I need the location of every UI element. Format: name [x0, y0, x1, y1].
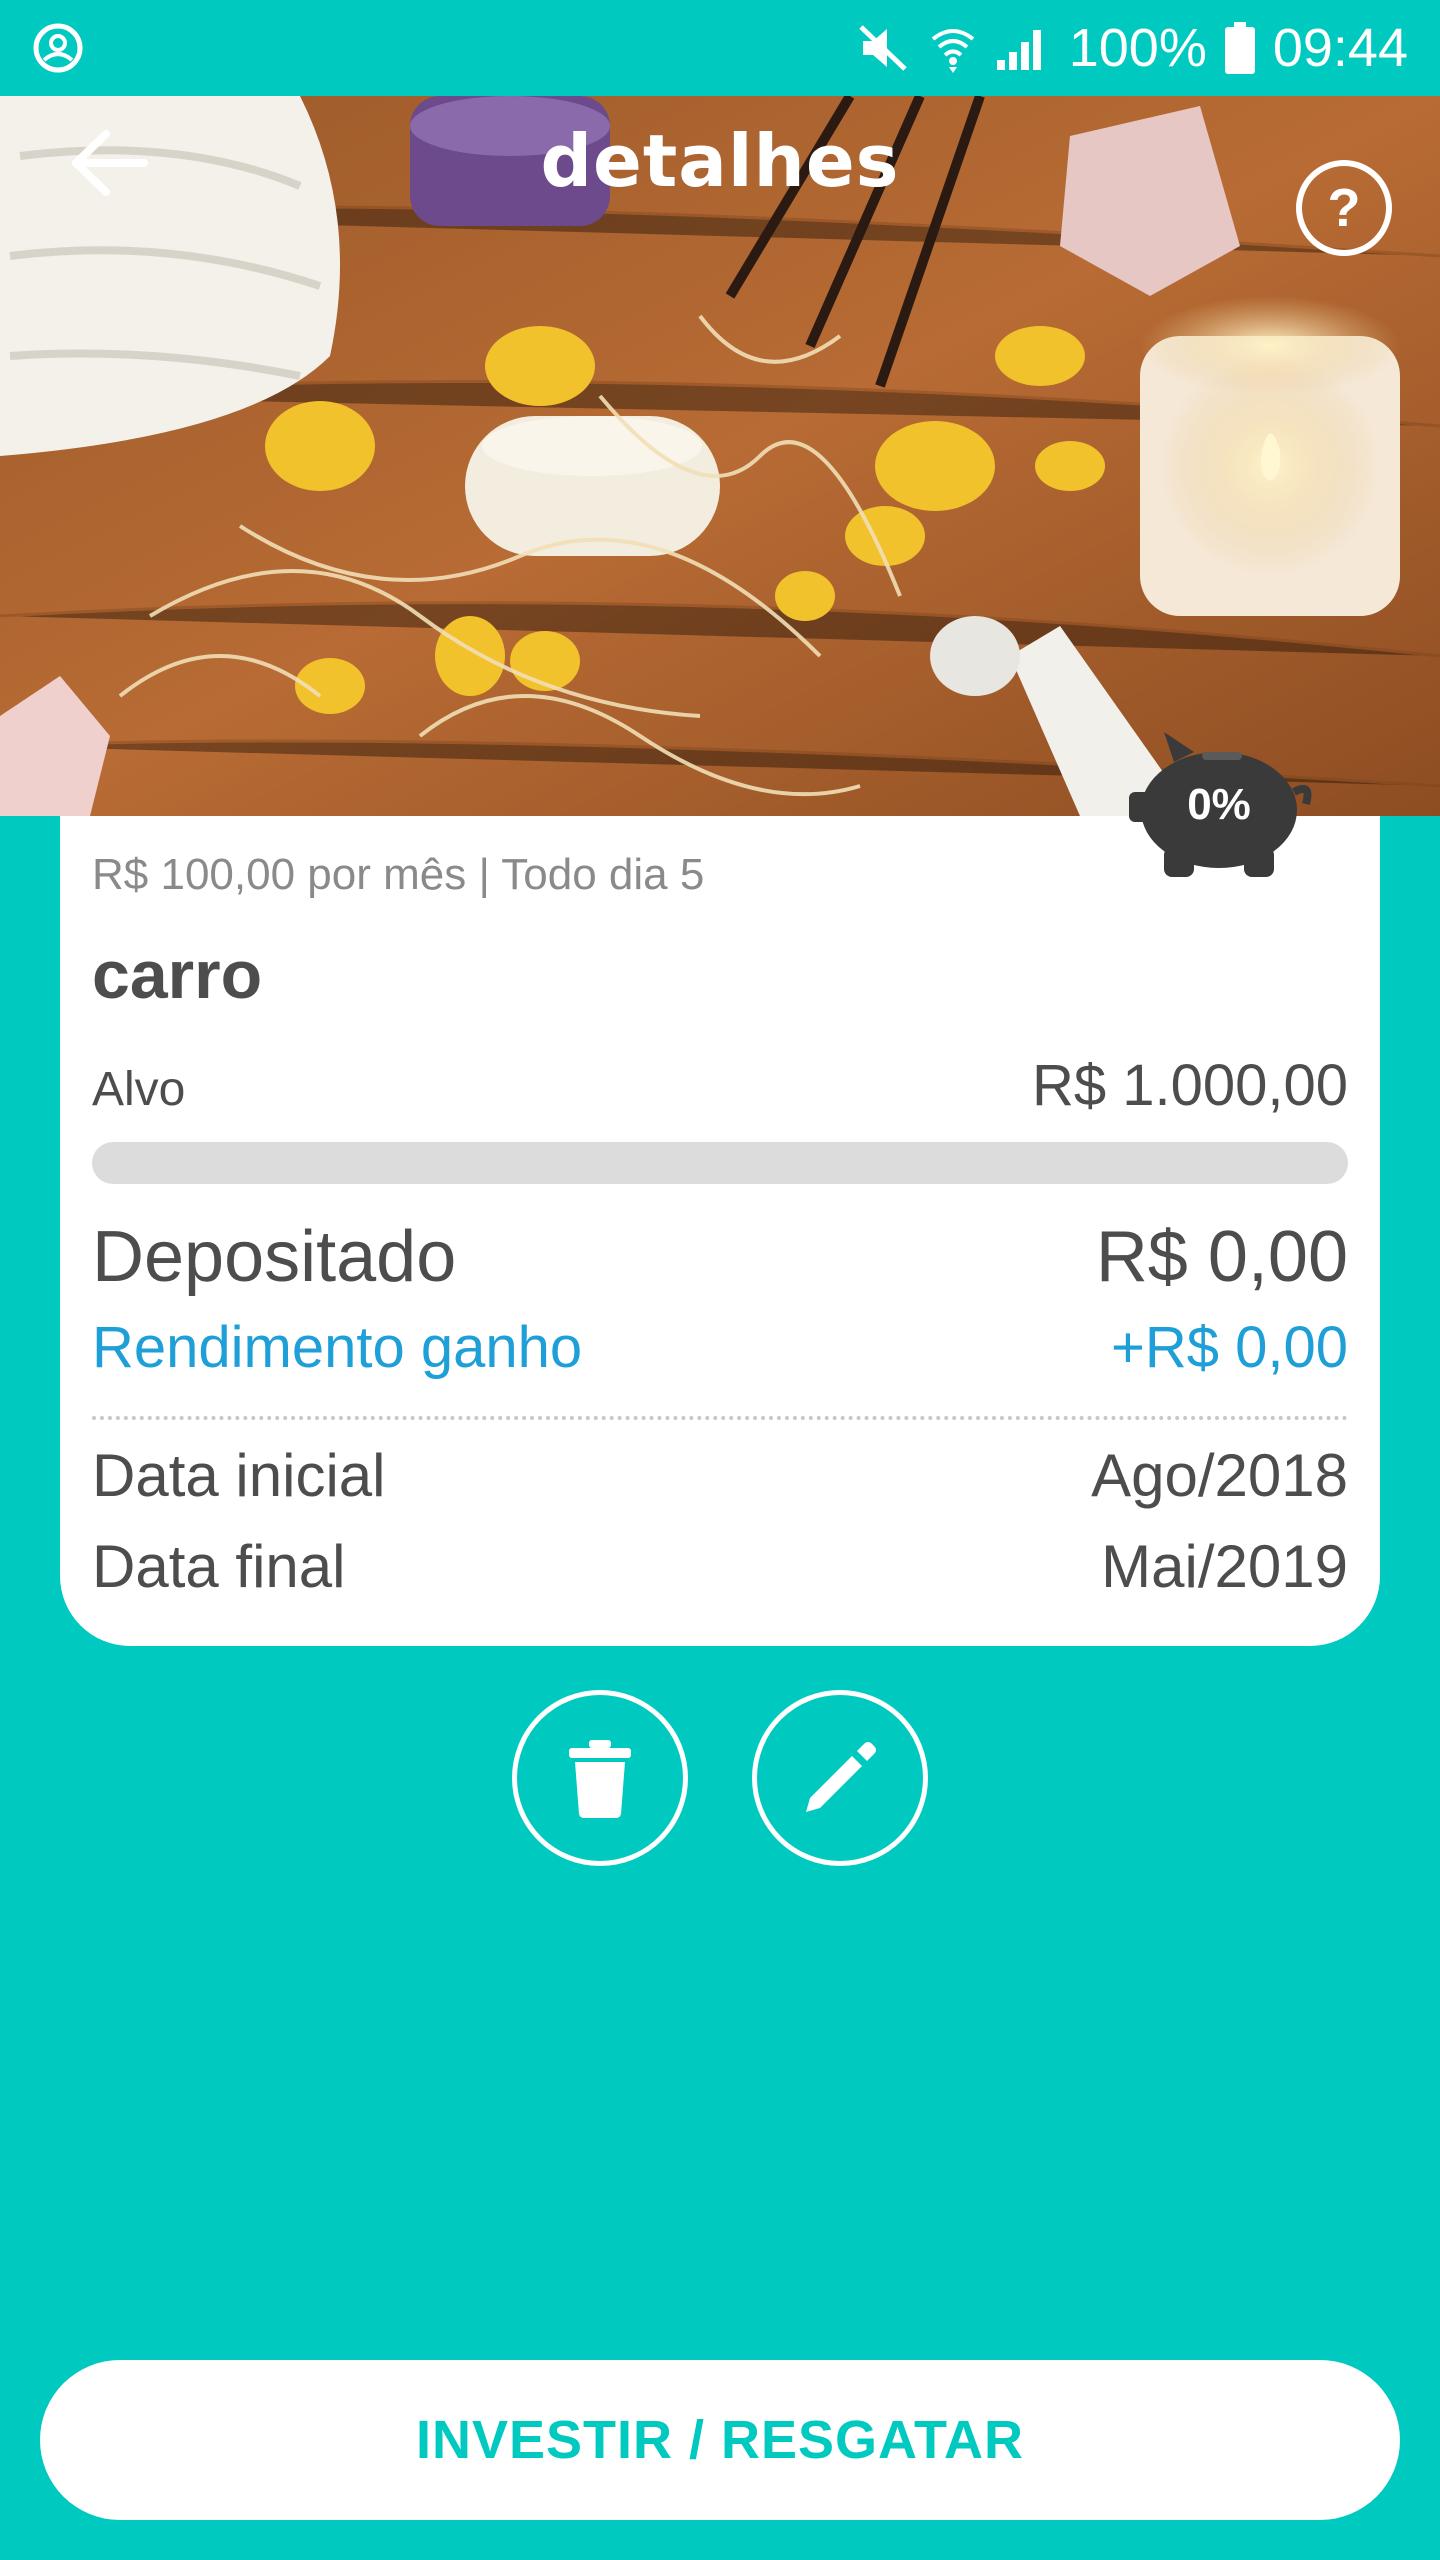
earnings-label: Rendimento ganho — [92, 1315, 583, 1380]
account-circle-icon — [32, 22, 84, 74]
goal-name: carro — [92, 937, 263, 1013]
end-date-label: Data final — [92, 1533, 346, 1600]
deposited-label: Depositado — [92, 1217, 457, 1297]
progress-bar — [92, 1142, 1348, 1184]
clock: 09:44 — [1272, 18, 1408, 78]
invest-withdraw-button[interactable]: INVESTIR / RESGATAR — [40, 2360, 1400, 2520]
goal-detail-card: R$ 100,00 por mês | Todo dia 5 carro Alv… — [60, 816, 1380, 1646]
delete-button[interactable] — [512, 1690, 688, 1866]
status-bar: 100% 09:44 — [0, 0, 1440, 96]
earnings-value: +R$ 0,00 — [1110, 1315, 1348, 1380]
app-header: detalhes — [0, 96, 1440, 226]
target-row: Alvo R$ 1.000,00 — [92, 1052, 1348, 1119]
back-button[interactable] — [70, 128, 150, 198]
battery-icon — [1224, 22, 1255, 74]
deposited-row: Depositado R$ 0,00 — [92, 1216, 1348, 1298]
start-date-label: Data inicial — [92, 1442, 386, 1509]
target-value: R$ 1.000,00 — [1031, 1053, 1348, 1118]
end-date-value: Mai/2019 — [1101, 1533, 1348, 1600]
deposited-value: R$ 0,00 — [1095, 1217, 1348, 1297]
trash-icon — [569, 1740, 631, 1818]
page-title: detalhes — [540, 119, 900, 203]
signal-icon — [995, 24, 1051, 72]
pencil-icon — [806, 1742, 876, 1812]
progress-percent: 0% — [1187, 780, 1251, 829]
divider — [92, 1416, 1348, 1420]
arrow-left-icon — [72, 130, 148, 196]
edit-button[interactable] — [752, 1690, 928, 1866]
deposit-schedule: R$ 100,00 por mês | Todo dia 5 — [92, 850, 705, 899]
start-date-value: Ago/2018 — [1091, 1442, 1348, 1509]
earnings-row: Rendimento ganho +R$ 0,00 — [92, 1314, 1348, 1381]
mute-icon — [857, 23, 911, 73]
help-button[interactable]: ? — [1296, 160, 1392, 256]
target-label: Alvo — [92, 1063, 186, 1116]
question-icon: ? — [1327, 178, 1361, 238]
end-date-row: Data final Mai/2019 — [92, 1532, 1348, 1601]
wifi-icon — [929, 23, 977, 73]
start-date-row: Data inicial Ago/2018 — [92, 1441, 1348, 1510]
battery-percent: 100% — [1068, 18, 1207, 78]
